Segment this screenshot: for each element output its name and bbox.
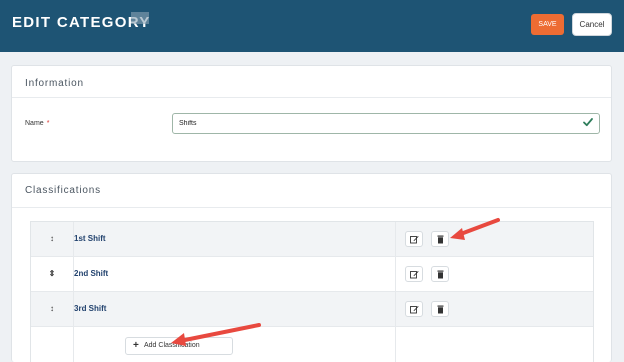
plus-icon: + [133, 340, 139, 351]
table-row: ⇕ 2nd Shift [31, 257, 593, 292]
information-panel: Information Name * [11, 65, 612, 162]
delete-button[interactable] [431, 266, 449, 282]
panel-divider [12, 97, 611, 98]
trash-icon [437, 305, 444, 314]
annotation-arrow-icon [450, 218, 500, 240]
table-row: ↕ 1st Shift [31, 222, 593, 257]
edit-icon [410, 306, 419, 314]
classifications-title: Classifications [25, 185, 101, 196]
classification-name: 2nd Shift [74, 257, 396, 291]
classifications-panel: Classifications ↕ 1st Shift ⇕ 2nd Shift [11, 173, 612, 362]
panel-divider [12, 207, 611, 208]
trash-icon [437, 270, 444, 279]
classification-name: 1st Shift [74, 222, 396, 256]
name-input[interactable] [172, 113, 600, 134]
name-label-text: Name [25, 120, 44, 127]
information-title: Information [25, 78, 84, 89]
add-classification-row: + Add Classification [31, 326, 593, 362]
name-label: Name * [25, 120, 49, 127]
save-button[interactable]: SAVE [531, 14, 564, 35]
check-icon [583, 118, 593, 127]
table-row: ↕ 3rd Shift [31, 292, 593, 327]
title-tooltip-tag [131, 12, 149, 24]
drag-handle-icon[interactable]: ↕ [31, 222, 74, 256]
drag-handle-icon[interactable]: ↕ [31, 292, 74, 326]
edit-button[interactable] [405, 266, 423, 282]
edit-button[interactable] [405, 231, 423, 247]
cancel-button[interactable]: Cancel [572, 13, 612, 36]
required-mark: * [46, 120, 50, 127]
blank-cell [31, 326, 74, 362]
delete-button[interactable] [431, 301, 449, 317]
page-title: EDIT CATEGORY [12, 14, 151, 31]
annotation-arrow-icon [171, 323, 261, 346]
page-header: EDIT CATEGORY SAVE Cancel [0, 0, 624, 52]
edit-button[interactable] [405, 301, 423, 317]
trash-icon [437, 235, 444, 244]
drag-handle-icon[interactable]: ⇕ [31, 257, 74, 291]
edit-icon [410, 236, 419, 244]
classifications-table: ↕ 1st Shift ⇕ 2nd Shift ↕ 3rd Shift + Ad… [30, 221, 594, 362]
edit-icon [410, 271, 419, 279]
